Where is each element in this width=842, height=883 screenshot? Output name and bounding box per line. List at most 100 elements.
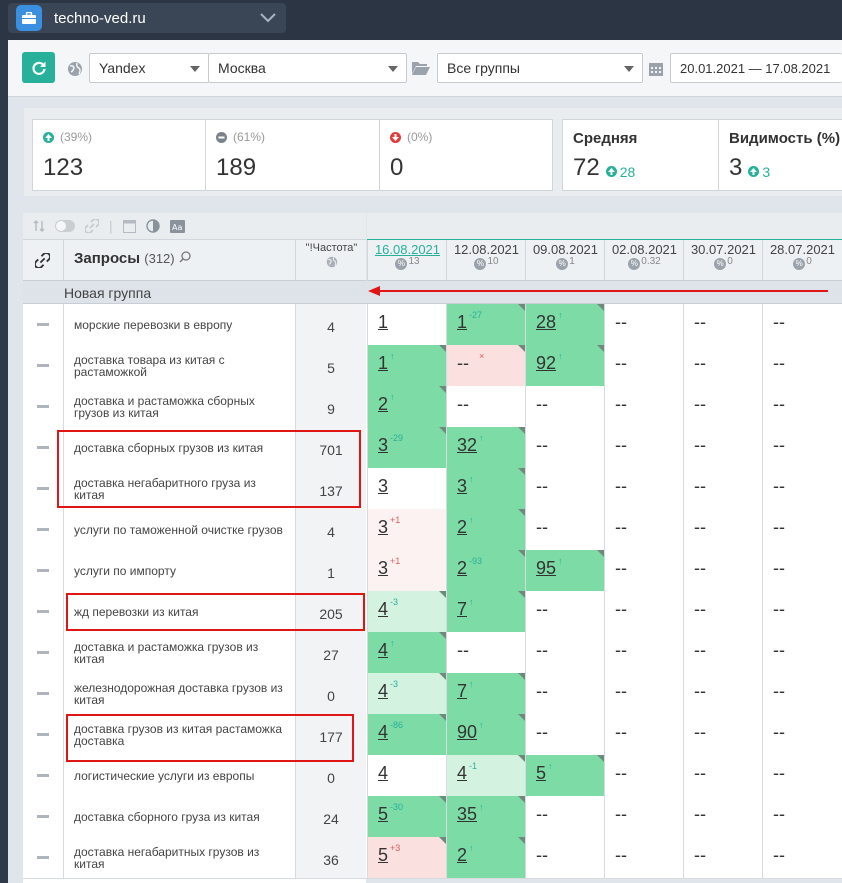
position-cell[interactable]: 5 +3 bbox=[367, 837, 446, 878]
position-cell[interactable]: 7 ↑ bbox=[446, 591, 525, 632]
position-value[interactable]: 28 bbox=[536, 312, 556, 333]
position-cell[interactable]: 1 -27 bbox=[446, 304, 525, 345]
position-value[interactable]: 2 bbox=[457, 558, 467, 579]
position-value[interactable]: 7 bbox=[457, 599, 467, 620]
remove-icon[interactable] bbox=[37, 405, 49, 408]
position-cell[interactable]: 28 ↑ bbox=[525, 304, 604, 345]
date-range-picker[interactable]: 20.01.2021 — 17.08.2021 bbox=[670, 53, 842, 83]
card-positions-up[interactable]: (39%) 123 bbox=[32, 119, 206, 191]
position-cell[interactable]: 95 ↑ bbox=[525, 550, 604, 591]
position-value[interactable]: 4 bbox=[457, 763, 467, 784]
position-value[interactable]: 1 bbox=[378, 353, 388, 374]
contrast-icon[interactable] bbox=[145, 219, 160, 233]
link-icon[interactable] bbox=[85, 219, 99, 233]
position-cell[interactable]: 90 ↑ bbox=[446, 714, 525, 755]
toggle-icon[interactable] bbox=[55, 220, 75, 232]
sort-icon[interactable] bbox=[33, 220, 45, 232]
remove-icon[interactable] bbox=[37, 610, 49, 613]
position-value[interactable]: 4 bbox=[378, 763, 388, 784]
position-cell[interactable]: 4 -3 bbox=[367, 591, 446, 632]
date-column-header[interactable]: 02.08.2021% 0.32 bbox=[604, 240, 684, 280]
query-text[interactable]: услуги по импорту bbox=[74, 550, 289, 591]
position-cell[interactable]: 2 ↑ bbox=[446, 837, 525, 878]
refresh-button[interactable] bbox=[22, 52, 55, 83]
position-value[interactable]: 3 bbox=[457, 476, 467, 497]
date-column-header[interactable]: 12.08.2021% 10 bbox=[446, 240, 526, 280]
position-cell[interactable]: 1 ↑ bbox=[367, 345, 446, 386]
date-label[interactable]: 16.08.2021 bbox=[368, 242, 447, 257]
remove-icon[interactable] bbox=[37, 528, 49, 531]
card-positions-same[interactable]: (61%) 189 bbox=[205, 119, 379, 191]
remove-icon[interactable] bbox=[37, 692, 49, 695]
search-engine-select[interactable]: Yandex bbox=[89, 53, 209, 83]
position-cell[interactable]: 92 ↑ bbox=[525, 345, 604, 386]
font-icon[interactable]: Aa bbox=[169, 219, 185, 233]
table-icon[interactable] bbox=[122, 219, 136, 233]
position-cell[interactable]: 1 bbox=[367, 304, 446, 345]
position-value[interactable]: 90 bbox=[457, 722, 477, 743]
position-value[interactable]: 1 bbox=[378, 312, 388, 333]
position-value[interactable]: 95 bbox=[536, 558, 556, 579]
position-value[interactable]: 5 bbox=[378, 804, 388, 825]
query-text[interactable]: доставка товара из китая с растаможкой bbox=[74, 345, 289, 386]
position-value[interactable]: 3 bbox=[378, 517, 388, 538]
date-column-header[interactable]: 09.08.2021% 1 bbox=[525, 240, 605, 280]
queries-title[interactable]: Запросы (312) bbox=[74, 250, 191, 267]
position-value[interactable]: 4 bbox=[378, 681, 388, 702]
position-cell[interactable]: 3 ↑ bbox=[446, 468, 525, 509]
position-value[interactable]: 4 bbox=[378, 722, 388, 743]
position-cell[interactable]: 5 -30 bbox=[367, 796, 446, 837]
search-icon[interactable] bbox=[179, 250, 191, 267]
position-cell[interactable]: 2 -93 bbox=[446, 550, 525, 591]
query-text[interactable]: доставка негабаритных грузов из китая bbox=[74, 837, 289, 878]
query-text[interactable]: доставка сборного груза из китая bbox=[74, 796, 289, 837]
date-column-header[interactable]: 30.07.2021% 0 bbox=[683, 240, 763, 280]
position-cell[interactable]: 4 -3 bbox=[367, 673, 446, 714]
position-value[interactable]: 4 bbox=[378, 599, 388, 620]
project-selector[interactable]: techno-ved.ru bbox=[8, 3, 286, 33]
position-value[interactable]: 2 bbox=[378, 394, 388, 415]
position-value[interactable]: 2 bbox=[457, 517, 467, 538]
position-value[interactable]: 92 bbox=[536, 353, 556, 374]
chevron-down-icon[interactable] bbox=[260, 13, 276, 23]
group-select[interactable]: Все группы bbox=[437, 53, 643, 83]
remove-icon[interactable] bbox=[37, 651, 49, 654]
position-value[interactable]: 35 bbox=[457, 804, 477, 825]
date-column-header[interactable]: 28.07.2021% 0 bbox=[762, 240, 842, 280]
link-icon[interactable] bbox=[35, 253, 50, 268]
position-cell[interactable]: 3 -29 bbox=[367, 427, 446, 468]
position-cell[interactable]: 3 +1 bbox=[367, 550, 446, 591]
position-value[interactable]: 5 bbox=[536, 763, 546, 784]
position-cell[interactable]: 4 -86 bbox=[367, 714, 446, 755]
remove-icon[interactable] bbox=[37, 364, 49, 367]
position-cell[interactable]: 5 ↑ bbox=[525, 755, 604, 796]
position-cell[interactable]: 2 ↑ bbox=[446, 509, 525, 550]
date-column-header[interactable]: 16.08.2021% 13 bbox=[367, 240, 447, 280]
position-value[interactable]: 7 bbox=[457, 681, 467, 702]
position-cell[interactable]: 7 ↑ bbox=[446, 673, 525, 714]
position-value[interactable]: 5 bbox=[378, 845, 388, 866]
query-text[interactable]: железнодорожная доставка грузов из китая bbox=[74, 673, 289, 714]
remove-icon[interactable] bbox=[37, 856, 49, 859]
position-cell[interactable]: 2 ↑ bbox=[367, 386, 446, 427]
position-value[interactable]: 2 bbox=[457, 845, 467, 866]
position-value[interactable]: 4 bbox=[378, 640, 388, 661]
position-cell[interactable]: 3 +1 bbox=[367, 509, 446, 550]
position-cell[interactable]: 4 bbox=[367, 755, 446, 796]
position-value[interactable]: 3 bbox=[378, 435, 388, 456]
position-cell[interactable]: 4 ↑ bbox=[367, 632, 446, 673]
query-text[interactable]: услуги по таможенной очистке грузов bbox=[74, 509, 289, 550]
position-cell[interactable]: 4 -1 bbox=[446, 755, 525, 796]
position-value[interactable]: 32 bbox=[457, 435, 477, 456]
position-cell[interactable]: 3 bbox=[367, 468, 446, 509]
remove-icon[interactable] bbox=[37, 815, 49, 818]
remove-icon[interactable] bbox=[37, 446, 49, 449]
position-value[interactable]: 1 bbox=[457, 312, 467, 333]
position-cell[interactable]: 35 ↑ bbox=[446, 796, 525, 837]
remove-icon[interactable] bbox=[37, 774, 49, 777]
remove-icon[interactable] bbox=[37, 569, 49, 572]
card-positions-down[interactable]: (0%) 0 bbox=[379, 119, 553, 191]
remove-icon[interactable] bbox=[37, 323, 49, 326]
position-cell[interactable]: 32 ↑ bbox=[446, 427, 525, 468]
position-value[interactable]: 3 bbox=[378, 476, 388, 497]
